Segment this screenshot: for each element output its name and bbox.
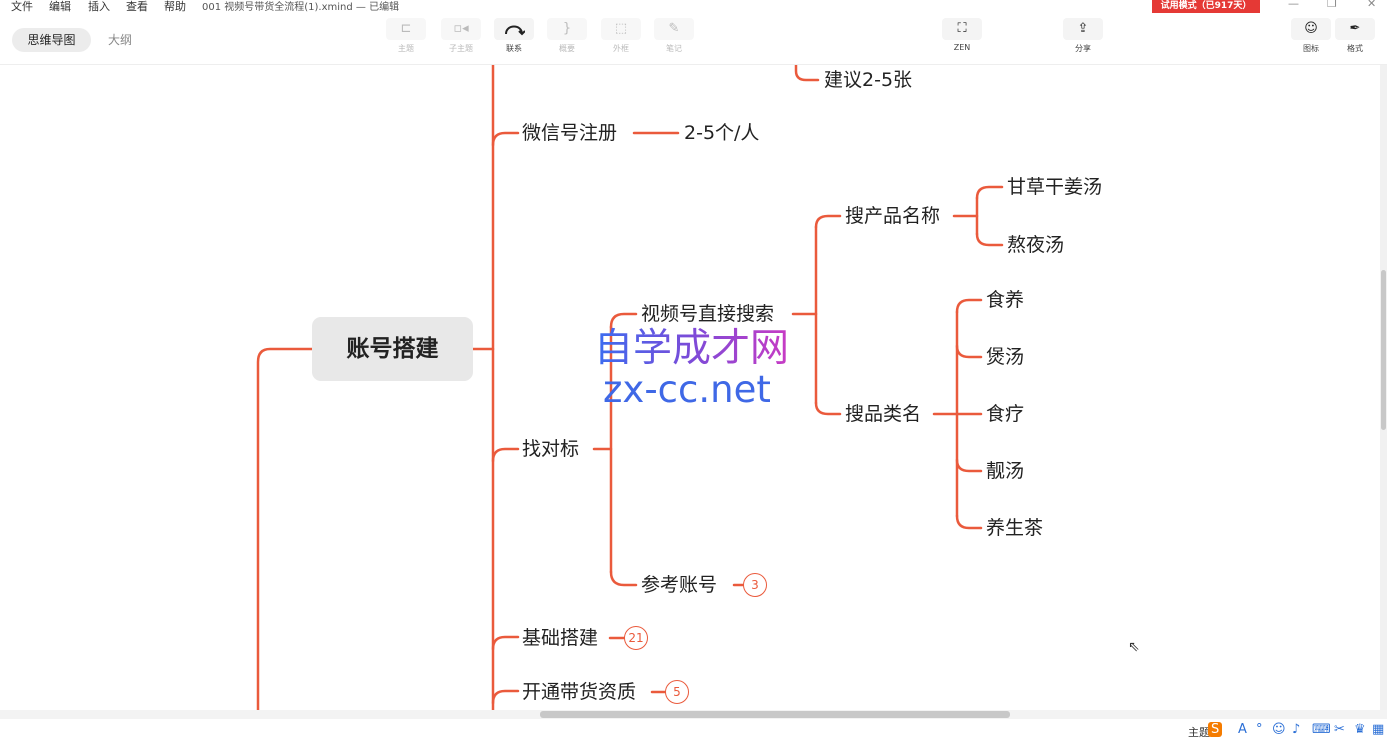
watermark-url: zx-cc.net (603, 368, 771, 411)
maximize-icon[interactable]: ❐ (1327, 0, 1337, 10)
microphone-icon[interactable]: ♪ (1292, 722, 1300, 737)
menu-bar: 文件 编辑 插入 查看 帮助 001 视频号带货全流程(1).xmind — 已… (0, 0, 1387, 14)
topic-label: 主题 (398, 44, 414, 53)
relationship-label: 联系 (506, 44, 522, 53)
boundary-icon: ⬚ (601, 18, 641, 40)
relationship-button[interactable]: 联系 (492, 18, 536, 54)
format-panel-button[interactable]: ✒ 格式 (1333, 18, 1377, 54)
menu-edit[interactable]: 编辑 (49, 0, 71, 14)
share-icon: ⇪ (1063, 18, 1103, 40)
skin-icon[interactable]: ♛ (1354, 722, 1366, 737)
summary-label: 概要 (559, 44, 575, 53)
topic-button[interactable]: ⊏ 主题 (384, 18, 428, 54)
horizontal-scroll-thumb[interactable] (540, 711, 1010, 718)
summary-button[interactable]: } 概要 (545, 18, 589, 54)
summary-icon: } (547, 18, 587, 40)
toolbox-icon[interactable]: ✂ (1334, 722, 1345, 737)
central-topic[interactable]: 账号搭建 (312, 317, 473, 381)
topic-basic[interactable]: 基础搭建 (522, 626, 598, 650)
boundary-label: 外框 (613, 44, 629, 53)
topic-liangtang[interactable]: 靓汤 (986, 459, 1024, 483)
punctuation-icon[interactable]: ° (1256, 722, 1263, 737)
zen-button[interactable]: ⛶ ZEN (940, 18, 984, 52)
icon-panel-label: 图标 (1303, 44, 1319, 53)
topic-commerce[interactable]: 开通带货资质 (522, 680, 636, 704)
emoji-icon[interactable]: ☺ (1272, 722, 1286, 737)
toolbar: 思维导图 大纲 ⊏ 主题 ▫◂ 子主题 联系 } 概要 ⬚ 外框 ✎ 笔记 ⛶ … (0, 14, 1387, 65)
note-label: 笔记 (666, 44, 682, 53)
relationship-icon (494, 18, 534, 40)
menu-grid-icon[interactable]: ▦ (1372, 722, 1384, 737)
status-label: 主题 (1188, 726, 1210, 739)
subtopic-icon: ▫◂ (441, 18, 481, 40)
collapsed-count-badge[interactable]: 21 (624, 626, 648, 650)
share-label: 分享 (1075, 44, 1091, 53)
topic-shiyang[interactable]: 食养 (986, 288, 1024, 312)
icon-panel-button[interactable]: ☺ 图标 (1289, 18, 1333, 54)
topic-aoye[interactable]: 熬夜汤 (1007, 233, 1064, 257)
brush-icon: ✒ (1335, 18, 1375, 40)
topic-wechat-register[interactable]: 微信号注册 (522, 121, 617, 145)
vertical-scroll-thumb[interactable] (1381, 270, 1386, 430)
topic-yangsheng[interactable]: 养生茶 (986, 516, 1043, 540)
smiley-icon: ☺ (1291, 18, 1331, 40)
mindmap-canvas[interactable]: 账号搭建 建议2-5张 微信号注册 2-5个/人 找对标 视频号直接搜索 搜产品… (0, 65, 1383, 710)
subtopic-button[interactable]: ▫◂ 子主题 (439, 18, 483, 54)
topic-direct-search[interactable]: 视频号直接搜索 (641, 302, 774, 326)
status-bar: 主题 (0, 720, 1387, 740)
topic-product-name[interactable]: 搜产品名称 (845, 204, 940, 228)
note-button[interactable]: ✎ 笔记 (652, 18, 696, 54)
tab-outline[interactable]: 大纲 (100, 28, 140, 52)
topic-per-person[interactable]: 2-5个/人 (684, 121, 759, 145)
minimize-icon[interactable]: — (1288, 0, 1299, 10)
topic-category[interactable]: 搜品类名 (845, 402, 921, 426)
share-button[interactable]: ⇪ 分享 (1061, 18, 1105, 54)
collapsed-count-badge[interactable]: 5 (665, 680, 689, 704)
watermark-text: 自学成才网 (594, 326, 790, 371)
keyboard-icon[interactable]: ⌨ (1312, 722, 1331, 737)
trial-badge[interactable]: 试用模式（已917天） (1152, 0, 1260, 13)
font-icon[interactable]: A (1238, 722, 1247, 737)
collapsed-count-badge[interactable]: 3 (743, 573, 767, 597)
mouse-cursor-icon: ⇖ (1128, 639, 1140, 655)
input-method-logo-icon[interactable]: S (1208, 722, 1223, 737)
boundary-button[interactable]: ⬚ 外框 (599, 18, 643, 54)
tab-mindmap[interactable]: 思维导图 (12, 28, 91, 52)
topic-gancao[interactable]: 甘草干姜汤 (1007, 175, 1102, 199)
zen-label: ZEN (953, 43, 971, 52)
subtopic-label: 子主题 (449, 44, 473, 53)
menu-file[interactable]: 文件 (11, 0, 33, 14)
close-icon[interactable]: ✕ (1367, 0, 1376, 10)
fullscreen-icon: ⛶ (942, 18, 982, 40)
topic-shiliao[interactable]: 食疗 (986, 402, 1024, 426)
topic-reference[interactable]: 参考账号 (641, 573, 717, 597)
document-title: 001 视频号带货全流程(1).xmind — 已编辑 (202, 2, 400, 13)
menu-insert[interactable]: 插入 (88, 0, 110, 14)
menu-view[interactable]: 查看 (126, 0, 148, 14)
topic-benchmark[interactable]: 找对标 (522, 437, 579, 461)
format-panel-label: 格式 (1347, 44, 1363, 53)
menu-help[interactable]: 帮助 (164, 0, 186, 14)
topic-baotang[interactable]: 煲汤 (986, 345, 1024, 369)
topic-icon: ⊏ (386, 18, 426, 40)
note-icon: ✎ (654, 18, 694, 40)
topic-suggest[interactable]: 建议2-5张 (824, 68, 912, 92)
